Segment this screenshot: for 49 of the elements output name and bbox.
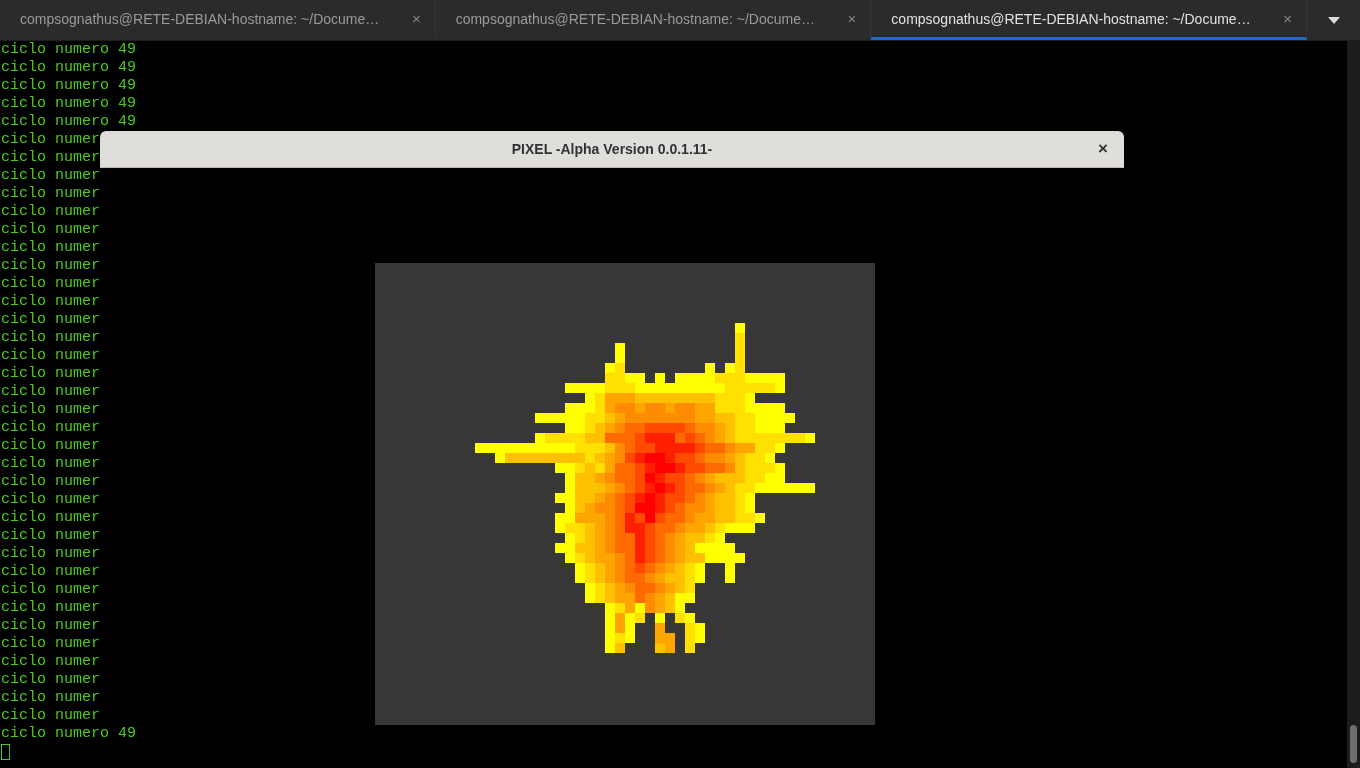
terminal-output-line: ciclo numer xyxy=(1,329,101,347)
tab-close-button[interactable]: × xyxy=(1283,10,1292,27)
terminal-output-line: ciclo numer xyxy=(1,437,101,455)
terminal-output-line: ciclo numer xyxy=(1,689,101,707)
terminal-output-line: ciclo numero 49 xyxy=(1,113,137,131)
scrollbar[interactable] xyxy=(1347,41,1360,768)
terminal-output-line: ciclo numer xyxy=(1,653,101,671)
terminal-output-line: ciclo numer xyxy=(1,221,101,239)
terminal-output-line: ciclo numero 49 xyxy=(1,725,137,743)
terminal-output-line: ciclo numer xyxy=(1,401,101,419)
scrollbar-thumb[interactable] xyxy=(1350,725,1357,763)
terminal-output-line: ciclo numer xyxy=(1,185,101,203)
terminal-output-line: ciclo numer xyxy=(1,293,101,311)
terminal-output-line: ciclo numer xyxy=(1,707,101,725)
terminal-output-line: ciclo numer xyxy=(1,491,101,509)
terminal-output-line: ciclo numer xyxy=(1,239,101,257)
terminal-output-line: ciclo numer xyxy=(1,473,101,491)
terminal-output-line: ciclo numero 49 xyxy=(1,41,137,59)
terminal-output-line: ciclo numer xyxy=(1,563,101,581)
terminal-output-line: ciclo numer xyxy=(1,527,101,545)
terminal-output-line: ciclo numer xyxy=(1,347,101,365)
terminal-output-line: ciclo numer xyxy=(1,419,101,437)
dropdown-caret-icon[interactable] xyxy=(1327,16,1340,24)
terminal-output-line: ciclo numer xyxy=(1,599,101,617)
terminal-output-line: ciclo numer xyxy=(1,581,101,599)
terminal-output-line: ciclo numero 49 xyxy=(1,95,137,113)
terminal-output-line: ciclo numer xyxy=(1,365,101,383)
terminal-output-line: ciclo numer xyxy=(1,635,101,653)
terminal-tab[interactable]: compsognathus@RETE-DEBIAN-hostname: ~/Docume… × xyxy=(871,0,1307,40)
terminal-output-line: ciclo numer xyxy=(1,311,101,329)
terminal-output-line: ciclo numer xyxy=(1,149,101,167)
terminal-output-line: ciclo numer xyxy=(1,455,101,473)
terminal-output-line: ciclo numer xyxy=(1,275,101,293)
tab-close-button[interactable]: × xyxy=(411,10,421,27)
terminal-cursor xyxy=(1,744,10,760)
terminal-output-line: ciclo numer xyxy=(1,131,101,149)
close-button[interactable]: × xyxy=(1094,139,1112,159)
terminal-output-line: ciclo numero 49 xyxy=(1,77,137,95)
terminal-output-line: ciclo numero 49 xyxy=(1,59,137,77)
window-title: PIXEL -Alpha Version 0.0.1.11- xyxy=(511,140,713,157)
terminal-output-line: ciclo numer xyxy=(1,257,101,275)
terminal-output-line: ciclo numer xyxy=(1,671,101,689)
terminal-output-line: ciclo numer xyxy=(1,545,101,563)
terminal-output-line: ciclo numer xyxy=(1,383,101,401)
terminal-output-line: ciclo numer xyxy=(1,509,101,527)
terminal-output-line: ciclo numer xyxy=(1,203,101,221)
terminal-output-line: ciclo numer xyxy=(1,167,101,185)
tab-close-button[interactable]: × xyxy=(847,10,857,27)
terminal-output-line: ciclo numer xyxy=(1,617,101,635)
